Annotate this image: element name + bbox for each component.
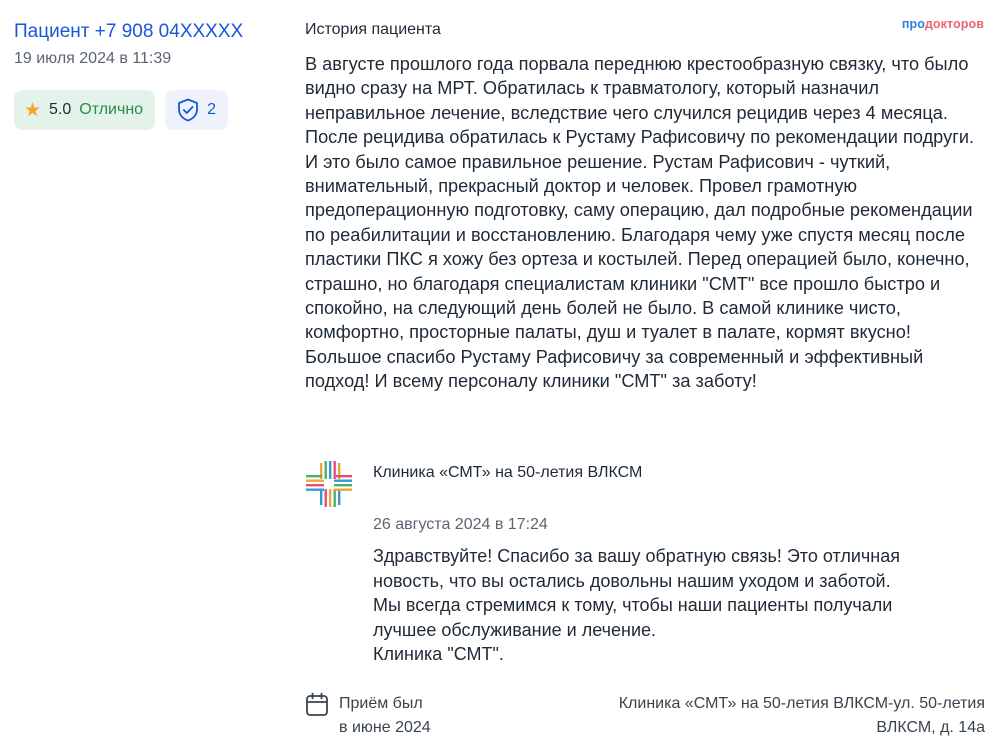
visit-line-1: Приём был — [339, 695, 423, 712]
rating-value: 5.0 — [49, 101, 72, 118]
star-icon: ★ — [24, 99, 42, 121]
reply-date: 26 августа 2024 в 17:24 — [373, 516, 548, 533]
reply-line: Здравствуйте! Спасибо за вашу обратную с… — [373, 546, 900, 566]
reply-line: Клиника "СМТ". — [373, 644, 504, 664]
author-name[interactable]: Пациент +7 908 04XXXXX — [14, 18, 284, 46]
reply-line: лучшее обслуживание и лечение. — [373, 619, 657, 640]
reply-line: новость, что вы остались довольны нашим … — [373, 570, 891, 591]
clinic-address[interactable]: Клиника «СМТ» на 50-летия ВЛКСМ-ул. 50-л… — [565, 692, 985, 740]
verified-count: 2 — [207, 101, 216, 118]
rating-badge: ★ 5.0 Отлично — [14, 90, 156, 130]
visit-info: Приём был в июне 2024 — [339, 692, 479, 740]
verified-badge[interactable]: 2 — [165, 90, 228, 130]
address-line-2: ВЛКСМ, д. 14а — [876, 719, 985, 736]
reply-clinic-name: Клиника «СМТ» на 50-летия ВЛКСМ — [373, 464, 643, 481]
rating-label: Отлично — [79, 101, 144, 118]
review-footer: Приём был в июне 2024 Клиника «СМТ» на 5… — [305, 692, 985, 748]
story-text: В августе прошлого года порвала переднюю… — [305, 54, 975, 392]
review-author-panel: Пациент +7 908 04XXXXX 19 июля 2024 в 11… — [14, 18, 284, 130]
reply-text: Здравствуйте! Спасибо за вашу обратную с… — [373, 544, 983, 667]
reply-line: Мы всегда стремимся к тому, чтобы наши п… — [373, 595, 893, 615]
story-title: История пациента — [305, 21, 441, 38]
calendar-icon — [305, 692, 329, 723]
clinic-cross-logo — [305, 460, 353, 508]
address-line-1: Клиника «СМТ» на 50-летия ВЛКСМ-ул. 50-л… — [618, 695, 985, 712]
shield-check-icon — [177, 98, 199, 122]
review-date: 19 июля 2024 в 11:39 — [14, 50, 172, 67]
badges-row: ★ 5.0 Отлично 2 — [14, 90, 284, 130]
review-body: История пациента В августе прошлого года… — [305, 18, 985, 394]
visit-line-2: в июне 2024 — [339, 719, 431, 736]
